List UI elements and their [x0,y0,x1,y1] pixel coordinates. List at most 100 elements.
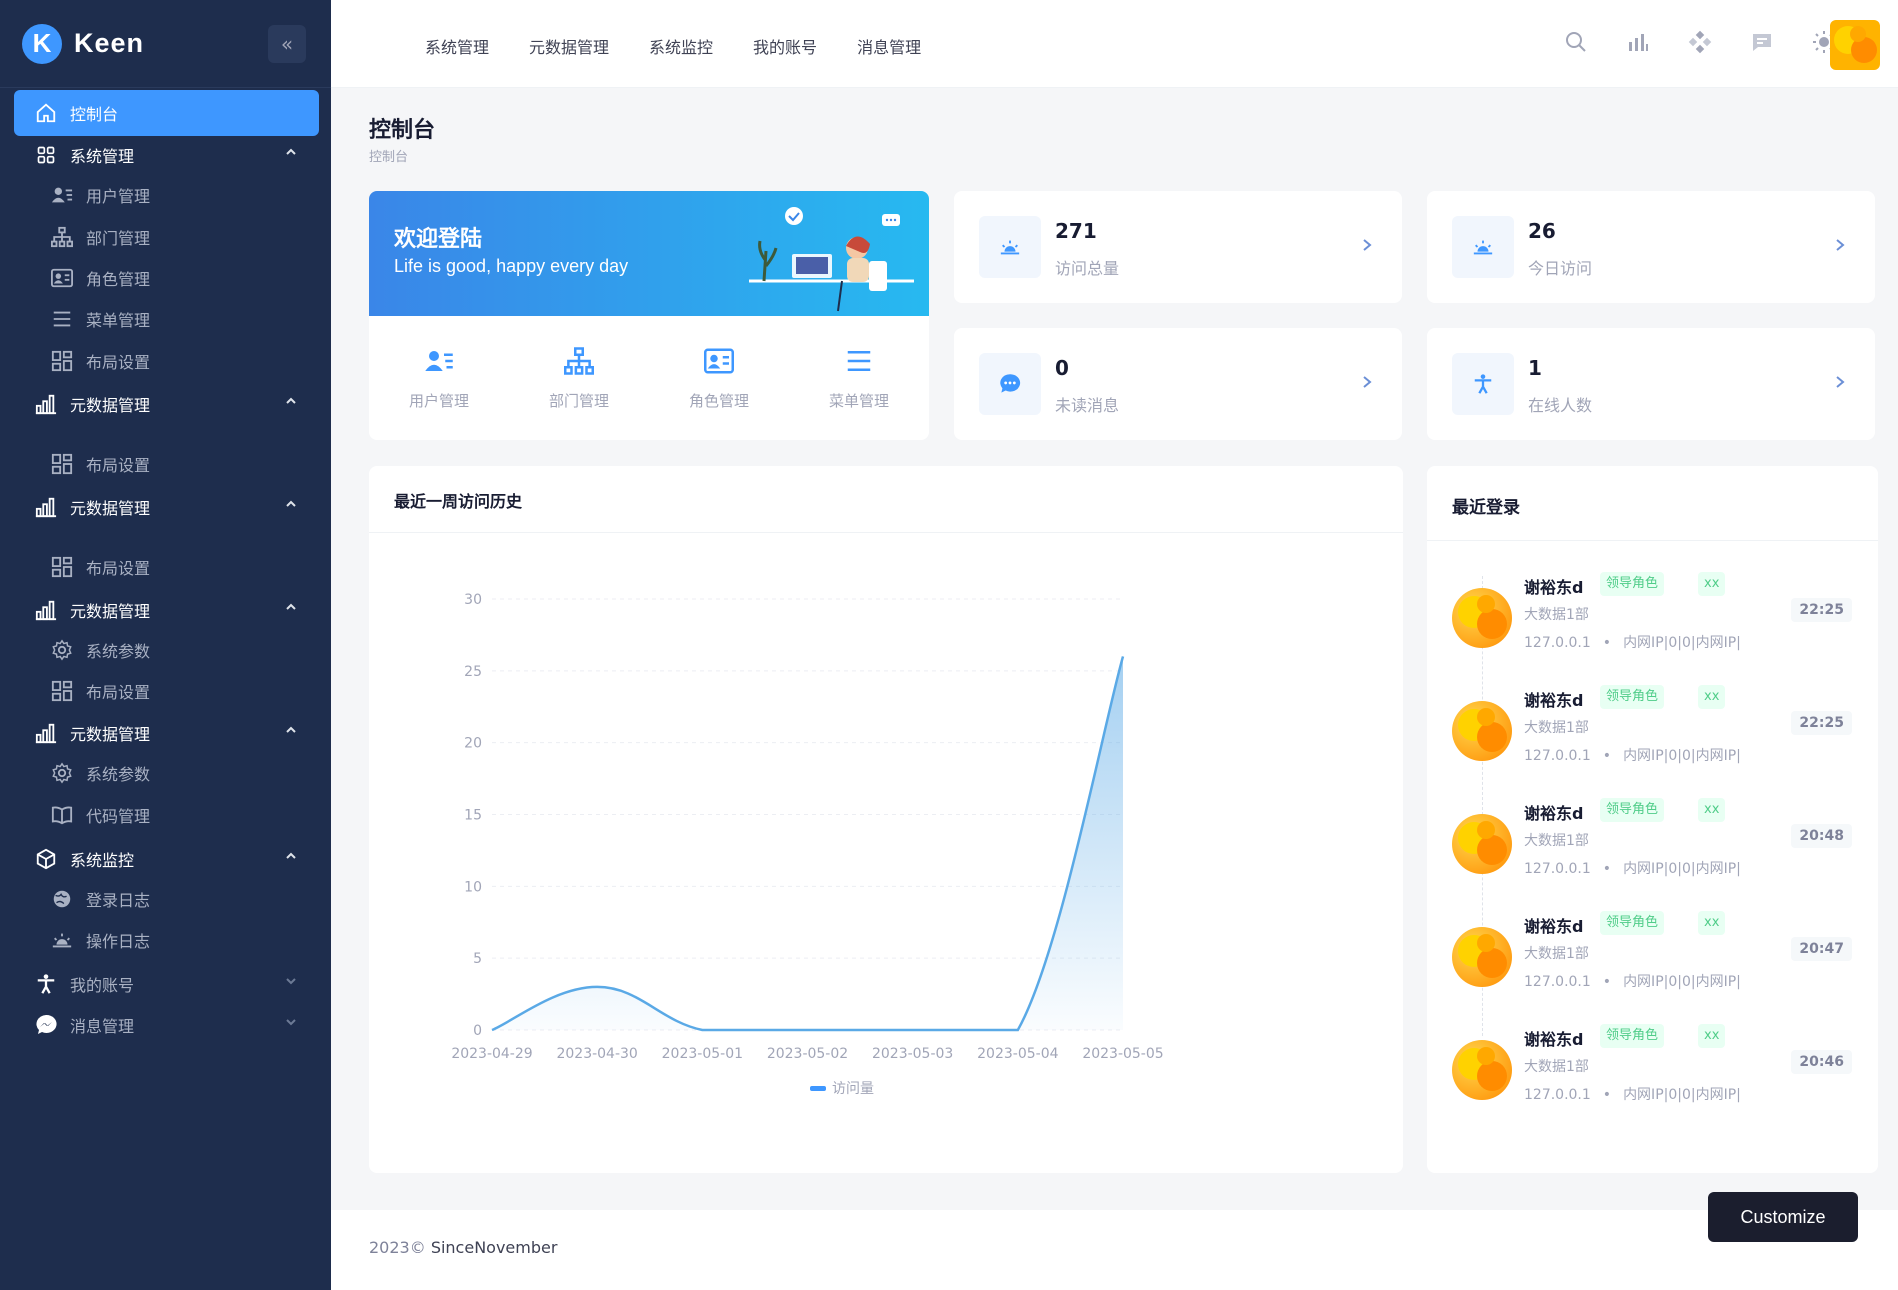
sidebar-item-label: 布局设置 [86,559,151,578]
x-tick-label: 2023-05-05 [1082,1046,1163,1062]
quick-link-label: 用户管理 [408,392,469,410]
chevron-up-icon[interactable] [285,724,297,740]
page-title: 控制台 [369,118,436,143]
login-item: 谢裕东d 领导角色 xx 大数据1部 127.0.0.1 • 内网IP|0|0|内网IP| 2… [1452,1024,1852,1114]
chevron-right-icon[interactable] [1360,370,1374,394]
role-badge: 领导角色 [1600,1024,1665,1048]
chevron-right-icon[interactable] [1833,233,1847,257]
stat-card[interactable]: 26 今日访问 [1427,191,1875,303]
sidebar-item-0[interactable]: 控制台 [14,90,319,136]
sidebar-item-label: 布局设置 [86,353,151,372]
sidebar-item-10[interactable]: 布局设置 [14,544,319,590]
sidebar-item-label: 元数据管理 [70,499,151,518]
chevron-down-icon[interactable] [285,975,297,991]
tag-badge: xx [1698,1024,1726,1048]
top-nav-item[interactable]: 消息管理 [857,34,921,58]
brand-logo-icon: K [22,23,62,64]
legend-swatch [810,1086,826,1091]
welcome-card: 欢迎登陆 Life is good, happy every day 用户管理 部… [369,191,929,440]
footer-brand-link[interactable]: SinceNovember [431,1238,558,1257]
dot-separator: • [1602,861,1612,877]
avatar [1452,588,1512,648]
avatar [1452,927,1512,987]
sidebar-item-19[interactable]: 操作日志 [14,917,319,963]
sidebar-item-5[interactable]: 菜单管理 [14,296,319,342]
top-nav-item[interactable]: 系统管理 [425,34,489,58]
chevron-up-icon[interactable] [285,498,297,514]
sidebar-item-label: 系统监控 [70,851,135,870]
breadcrumb[interactable]: 控制台 [369,146,408,165]
sitemap-icon [50,225,74,249]
chevron-down-icon[interactable] [285,1016,297,1032]
stat-card[interactable]: 0 未读消息 [954,328,1402,440]
tag-badge: xx [1698,685,1726,709]
menu-lines-icon [844,346,874,380]
sidebar-item-7[interactable]: 元数据管理 [14,381,319,427]
top-nav-item[interactable]: 我的账号 [753,34,817,58]
chat-icon[interactable] [1748,28,1776,56]
top-nav-item[interactable]: 系统监控 [649,34,713,58]
quick-link[interactable]: 用户管理 [389,346,489,411]
grid-icon [34,143,58,167]
stat-card[interactable]: 1 在线人数 [1427,328,1875,440]
search-icon[interactable] [1562,28,1590,56]
quick-link-label: 菜单管理 [828,392,889,410]
sidebar-item-15[interactable]: 系统参数 [14,750,319,796]
x-tick-label: 2023-05-01 [662,1046,743,1062]
sidebar-item-2[interactable]: 用户管理 [14,172,319,218]
sidebar-item-13[interactable]: 布局设置 [14,668,319,714]
login-dept: 大数据1部 [1524,946,1589,962]
bar-chart-icon [34,598,58,622]
sidebar-item-12[interactable]: 系统参数 [14,627,319,673]
sidebar-item-21[interactable]: 消息管理 [14,1002,319,1048]
collapse-sidebar-button[interactable]: « [268,25,306,63]
chevron-up-icon[interactable] [285,395,297,411]
sidebar-item-label: 系统参数 [86,765,151,784]
sidebar-item-18[interactable]: 登录日志 [14,876,319,922]
sidebar-item-20[interactable]: 我的账号 [14,961,319,1007]
sidebar-item-16[interactable]: 代码管理 [14,792,319,838]
user-avatar[interactable] [1830,20,1880,70]
user-list-icon [50,183,74,207]
chevron-right-icon[interactable] [1360,233,1374,257]
sidebar-item-label: 布局设置 [86,456,151,475]
quick-link[interactable]: 部门管理 [529,346,629,411]
sidebar-item-3[interactable]: 部门管理 [14,214,319,260]
welcome-title: 欢迎登陆 [394,227,483,252]
person-icon [34,972,58,996]
sidebar-item-label: 用户管理 [86,187,151,206]
login-user-name: 谢裕东d [1524,578,1584,597]
login-location: 内网IP|0|0|内网IP| [1623,861,1741,877]
stat-card[interactable]: 271 访问总量 [954,191,1402,303]
chevron-up-icon[interactable] [285,146,297,162]
quick-link[interactable]: 角色管理 [669,346,769,411]
customize-button[interactable]: Customize [1708,1192,1858,1242]
top-nav-item[interactable]: 元数据管理 [529,34,609,58]
sidebar-item-label: 我的账号 [70,976,135,995]
sidebar-item-4[interactable]: 角色管理 [14,255,319,301]
series-line [491,656,1125,1032]
tag-badge: xx [1698,911,1726,935]
footer: 2023© SinceNovember [331,1210,1898,1290]
quick-link[interactable]: 菜单管理 [809,346,909,411]
sidebar-item-6[interactable]: 布局设置 [14,338,319,384]
login-time-badge: 20:46 [1791,1050,1852,1074]
chevron-up-icon[interactable] [285,850,297,866]
sidebar-item-label: 消息管理 [70,1017,135,1036]
sidebar-item-8[interactable]: 布局设置 [14,441,319,487]
chevron-up-icon[interactable] [285,601,297,617]
login-dept: 大数据1部 [1524,607,1589,623]
login-ip: 127.0.0.1 [1524,1087,1591,1103]
sidebar-item-9[interactable]: 元数据管理 [14,484,319,530]
stat-label: 今日访问 [1528,259,1593,278]
chevron-right-icon[interactable] [1833,370,1847,394]
welcome-subtitle: Life is good, happy every day [394,256,629,276]
bar-stats-icon[interactable] [1624,28,1652,56]
cube-icon [34,847,58,871]
apps-icon[interactable] [1686,28,1714,56]
x-tick-label: 2023-05-03 [872,1046,953,1062]
sidebar: K Keen « 控制台 系统管理 用户管理 部门管理 角色管理 菜单管理 布局设置 元数据管… [0,0,331,1290]
login-ip: 127.0.0.1 [1524,748,1591,764]
id-card-icon [50,266,74,290]
layout-icon [50,555,74,579]
